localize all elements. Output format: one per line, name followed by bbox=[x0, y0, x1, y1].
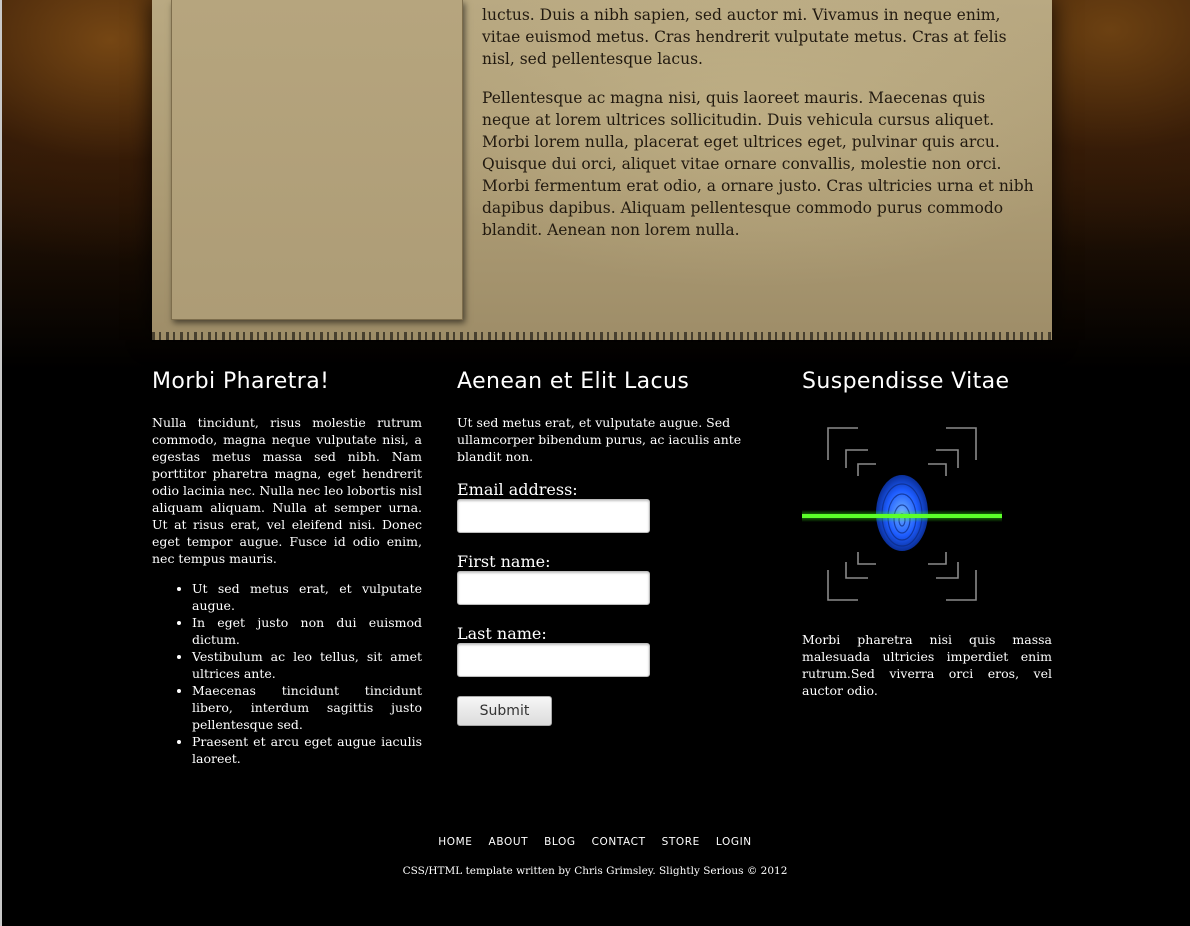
email-label: Email address: bbox=[457, 480, 578, 499]
first-name-field[interactable] bbox=[457, 571, 650, 605]
window-left-border bbox=[0, 0, 2, 926]
article-paragraph: Pellentesque ac magna nisi, quis laoreet… bbox=[482, 89, 1034, 239]
footer-link-about[interactable]: ABOUT bbox=[489, 836, 529, 848]
first-name-label: First name: bbox=[457, 552, 551, 571]
submit-button[interactable]: Submit bbox=[457, 696, 552, 726]
col1-list: Ut sed metus erat, et vulputate augue. I… bbox=[152, 580, 422, 767]
footer-link-home[interactable]: HOME bbox=[438, 836, 472, 848]
fingerprint-scan-icon bbox=[802, 420, 1002, 610]
col1-title: Morbi Pharetra! bbox=[152, 369, 330, 394]
col2-text: Ut sed metus erat, et vulputate augue. S… bbox=[457, 415, 742, 464]
footer-link-login[interactable]: LOGIN bbox=[716, 836, 752, 848]
list-item: Maecenas tincidunt tincidunt libero, int… bbox=[192, 682, 422, 733]
article-paragraph: luctus. Duis a nibh sapien, sed auctor m… bbox=[482, 6, 1007, 68]
paper-torn-edge bbox=[152, 332, 1052, 342]
article-body: luctus. Duis a nibh sapien, sed auctor m… bbox=[482, 4, 1037, 258]
email-field[interactable] bbox=[457, 499, 650, 533]
list-item: Ut sed metus erat, et vulputate augue. bbox=[192, 580, 422, 614]
col1-text: Nulla tincidunt, risus molestie rutrum c… bbox=[152, 415, 422, 566]
col3-text: Morbi pharetra nisi quis massa malesuada… bbox=[802, 632, 1052, 698]
col3-title: Suspendisse Vitae bbox=[802, 369, 1010, 394]
footer-nav: HOME ABOUT BLOG CONTACT STORE LOGIN bbox=[0, 836, 1190, 848]
image-placeholder-card bbox=[171, 0, 463, 320]
footer-link-store[interactable]: STORE bbox=[662, 836, 700, 848]
footer-credit: CSS/HTML template written by Chris Grims… bbox=[402, 865, 788, 877]
last-name-label: Last name: bbox=[457, 624, 547, 643]
list-item: Praesent et arcu eget augue iaculis laor… bbox=[192, 733, 422, 767]
col2-title: Aenean et Elit Lacus bbox=[457, 369, 690, 394]
last-name-field[interactable] bbox=[457, 643, 650, 677]
footer-link-contact[interactable]: CONTACT bbox=[592, 836, 646, 848]
footer-link-blog[interactable]: BLOG bbox=[544, 836, 575, 848]
list-item: Vestibulum ac leo tellus, sit amet ultri… bbox=[192, 648, 422, 682]
list-item: In eget justo non dui euismod dictum. bbox=[192, 614, 422, 648]
